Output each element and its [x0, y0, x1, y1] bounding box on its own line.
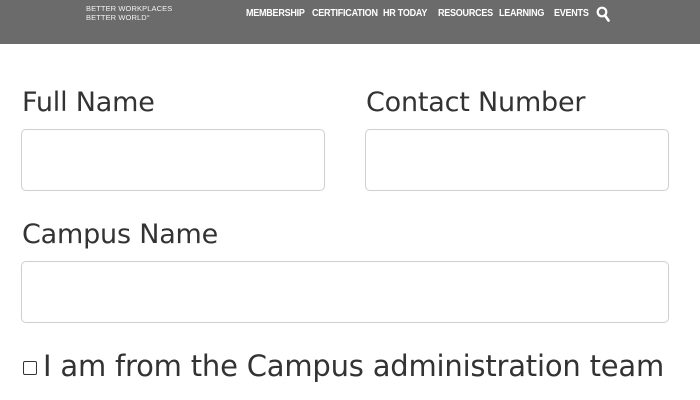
full-name-label: Full Name — [22, 87, 155, 118]
tagline-line-1: BETTER WORKPLACES — [86, 4, 173, 13]
contact-number-input[interactable] — [365, 129, 669, 191]
full-name-input[interactable] — [21, 129, 325, 191]
brand-tagline[interactable]: BETTER WORKPLACES BETTER WORLD° — [86, 4, 172, 22]
campus-admin-checkbox[interactable] — [23, 361, 37, 375]
search-icon[interactable] — [596, 6, 610, 22]
campus-name-label: Campus Name — [22, 219, 219, 250]
nav-item-certification[interactable]: CERTIFICATION — [312, 7, 378, 19]
contact-number-label: Contact Number — [366, 87, 586, 118]
nav-item-hr-today[interactable]: HR TODAY — [383, 7, 427, 19]
campus-admin-checkbox-label[interactable]: I am from the Campus administration team — [43, 349, 664, 383]
nav-item-learning[interactable]: LEARNING — [499, 7, 544, 19]
top-navigation-bar: BETTER WORKPLACES BETTER WORLD° MEMBERSH… — [0, 0, 700, 44]
nav-item-events[interactable]: EVENTS — [554, 7, 589, 19]
campus-name-input[interactable] — [21, 261, 669, 323]
tagline-line-2: BETTER WORLD° — [86, 13, 150, 22]
nav-item-resources[interactable]: RESOURCES — [438, 7, 493, 19]
nav-item-membership[interactable]: MEMBERSHIP — [246, 7, 305, 19]
